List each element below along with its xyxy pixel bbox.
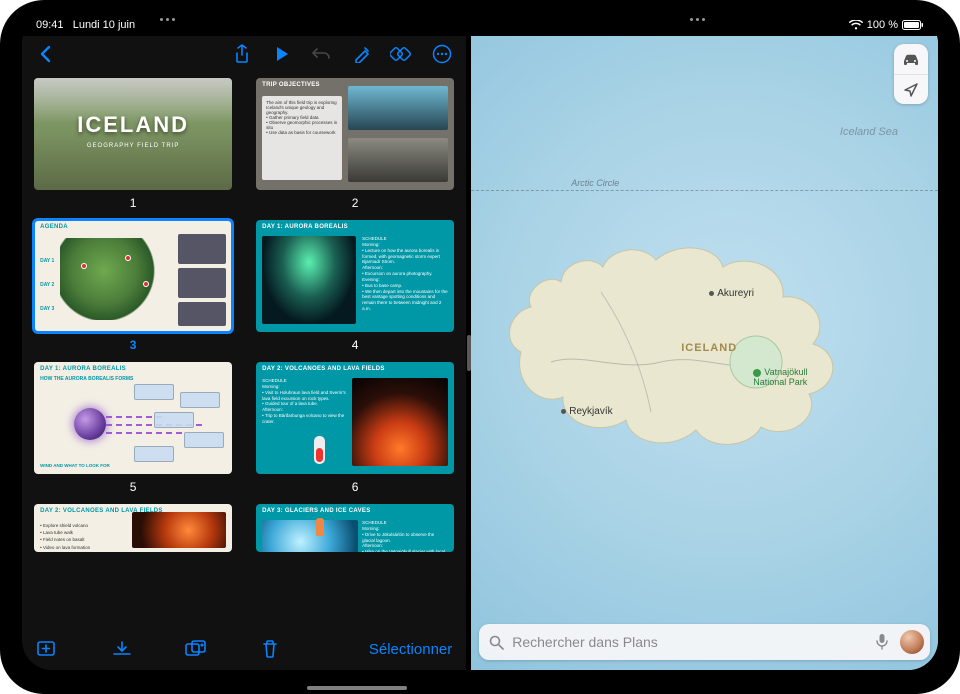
slide-cell-2[interactable]: TRIP OBJECTIVES The aim of this field tr… xyxy=(256,78,454,216)
slide-thumb-7[interactable]: DAY 2: VOLCANOES AND LAVA FIELDS • Explo… xyxy=(34,504,232,552)
undo-button[interactable] xyxy=(304,39,340,69)
keynote-app: ICELAND GEOGRAPHY FIELD TRIP 1 TRIP OBJE… xyxy=(22,36,466,670)
slide-cell-8[interactable]: DAY 3: GLACIERS AND ICE CAVES SCHEDULE M… xyxy=(256,504,454,552)
split-handle-left[interactable] xyxy=(160,18,175,21)
battery-icon xyxy=(902,20,924,30)
wifi-icon xyxy=(849,20,863,30)
split-view: ICELAND GEOGRAPHY FIELD TRIP 1 TRIP OBJE… xyxy=(22,36,938,670)
search-icon xyxy=(489,635,504,650)
slide-thumb-2[interactable]: TRIP OBJECTIVES The aim of this field tr… xyxy=(256,78,454,190)
delete-button[interactable] xyxy=(258,637,282,661)
slide-8-body: SCHEDULE Morning: • Drive to Jökulsárlón… xyxy=(362,520,448,552)
slide-number-2: 2 xyxy=(352,196,359,210)
slide-thumb-8[interactable]: DAY 3: GLACIERS AND ICE CAVES SCHEDULE M… xyxy=(256,504,454,552)
slide-cell-3[interactable]: AGENDA DAY 1 DAY 2 DAY 3 xyxy=(34,220,232,358)
format-button[interactable] xyxy=(344,39,380,69)
slide-2-title: TRIP OBJECTIVES xyxy=(262,82,320,88)
slide-5-footer: WIND AND WHAT TO LOOK FOR xyxy=(40,463,110,468)
arctic-circle-label: Arctic Circle xyxy=(571,178,619,188)
slide-number-1: 1 xyxy=(130,196,137,210)
slide-thumb-1[interactable]: ICELAND GEOGRAPHY FIELD TRIP xyxy=(34,78,232,190)
select-button[interactable]: Sélectionner xyxy=(369,641,452,658)
maps-controls xyxy=(894,44,928,104)
slide-2-body: The aim of this field trip is exploring … xyxy=(262,96,342,180)
slide-number-6: 6 xyxy=(352,480,359,494)
insert-button[interactable] xyxy=(110,637,134,661)
slide-cell-6[interactable]: DAY 2: VOLCANOES AND LAVA FIELDS SCHEDUL… xyxy=(256,362,454,500)
split-handle-right[interactable] xyxy=(690,18,705,21)
slide-5-subtitle: HOW THE AURORA BOREALIS FORMS xyxy=(40,376,133,382)
slide-grid[interactable]: ICELAND GEOGRAPHY FIELD TRIP 1 TRIP OBJE… xyxy=(22,72,466,628)
status-left: 09:41 Lundi 10 juin xyxy=(36,19,135,31)
akureyri-label[interactable]: Akureyri xyxy=(709,288,754,299)
user-avatar[interactable] xyxy=(900,630,924,654)
slide-number-4: 4 xyxy=(352,338,359,352)
slide-4-title: DAY 1: AURORA BOREALIS xyxy=(262,224,348,230)
screen: 09:41 Lundi 10 juin 100 % xyxy=(22,14,938,670)
status-right: 100 % xyxy=(849,19,924,31)
more-button[interactable] xyxy=(424,39,460,69)
keynote-toolbar xyxy=(22,36,466,72)
slide-7-body: • Explore shield volcano • Lava tube wal… xyxy=(40,522,126,552)
vatnajokull-label[interactable]: Vatnajökull National Park xyxy=(753,368,823,388)
slide-5-title: DAY 1: AURORA BOREALIS xyxy=(40,366,126,372)
status-time: 09:41 xyxy=(36,19,64,31)
iceland-landmass xyxy=(491,212,861,462)
slide-3-title: AGENDA xyxy=(40,224,68,230)
maps-app[interactable]: Arctic Circle Iceland Sea ICELAND Reykja… xyxy=(471,36,938,670)
slide-cell-4[interactable]: DAY 1: AURORA BOREALIS SCHEDULE Morning:… xyxy=(256,220,454,358)
slide-thumb-6[interactable]: DAY 2: VOLCANOES AND LAVA FIELDS SCHEDUL… xyxy=(256,362,454,474)
slide-4-body: SCHEDULE Morning: • Lecture on how the a… xyxy=(362,236,448,324)
mic-icon[interactable] xyxy=(876,633,888,651)
maps-search-bar[interactable]: Rechercher dans Plans xyxy=(479,624,930,660)
play-button[interactable] xyxy=(264,39,300,69)
battery-pct: 100 % xyxy=(867,19,898,31)
map-canvas[interactable]: Arctic Circle Iceland Sea ICELAND Reykja… xyxy=(471,36,938,670)
transition-button[interactable] xyxy=(384,39,420,69)
location-button[interactable] xyxy=(894,74,928,104)
reykjavik-label[interactable]: Reykjavík xyxy=(561,406,612,417)
agenda-day-1: DAY 1 xyxy=(40,258,54,264)
split-grabber-icon xyxy=(467,335,471,371)
slide-number-5: 5 xyxy=(130,480,137,494)
slide-8-title: DAY 3: GLACIERS AND ICE CAVES xyxy=(262,508,370,514)
slide-thumb-3[interactable]: AGENDA DAY 1 DAY 2 DAY 3 xyxy=(34,220,232,332)
search-placeholder: Rechercher dans Plans xyxy=(512,634,868,650)
agenda-day-2: DAY 2 xyxy=(40,282,54,288)
agenda-day-3: DAY 3 xyxy=(40,306,54,312)
iceland-sea-label: Iceland Sea xyxy=(840,126,898,139)
back-button[interactable] xyxy=(28,39,64,69)
arctic-circle-line xyxy=(471,190,938,191)
group-button[interactable] xyxy=(184,637,208,661)
share-button[interactable] xyxy=(224,39,260,69)
slide-cell-7[interactable]: DAY 2: VOLCANOES AND LAVA FIELDS • Explo… xyxy=(34,504,232,552)
iceland-country-label: ICELAND xyxy=(681,342,737,354)
slide-1-title: ICELAND xyxy=(34,112,232,138)
slide-thumb-5[interactable]: DAY 1: AURORA BOREALIS HOW THE AURORA BO… xyxy=(34,362,232,474)
keynote-bottom-toolbar: Sélectionner xyxy=(22,628,466,670)
driving-mode-button[interactable] xyxy=(894,44,928,74)
add-slide-button[interactable] xyxy=(36,637,60,661)
slide-number-3: 3 xyxy=(130,338,137,352)
ipad-frame: 09:41 Lundi 10 juin 100 % xyxy=(0,0,960,694)
slide-6-title: DAY 2: VOLCANOES AND LAVA FIELDS xyxy=(262,366,385,372)
slide-6-body: SCHEDULE Morning: • Visit to Holuhraun l… xyxy=(262,378,348,466)
status-date: Lundi 10 juin xyxy=(73,19,135,31)
slide-cell-1[interactable]: ICELAND GEOGRAPHY FIELD TRIP 1 xyxy=(34,78,232,216)
slide-thumb-4[interactable]: DAY 1: AURORA BOREALIS SCHEDULE Morning:… xyxy=(256,220,454,332)
slide-cell-5[interactable]: DAY 1: AURORA BOREALIS HOW THE AURORA BO… xyxy=(34,362,232,500)
slide-1-subtitle: GEOGRAPHY FIELD TRIP xyxy=(34,143,232,149)
